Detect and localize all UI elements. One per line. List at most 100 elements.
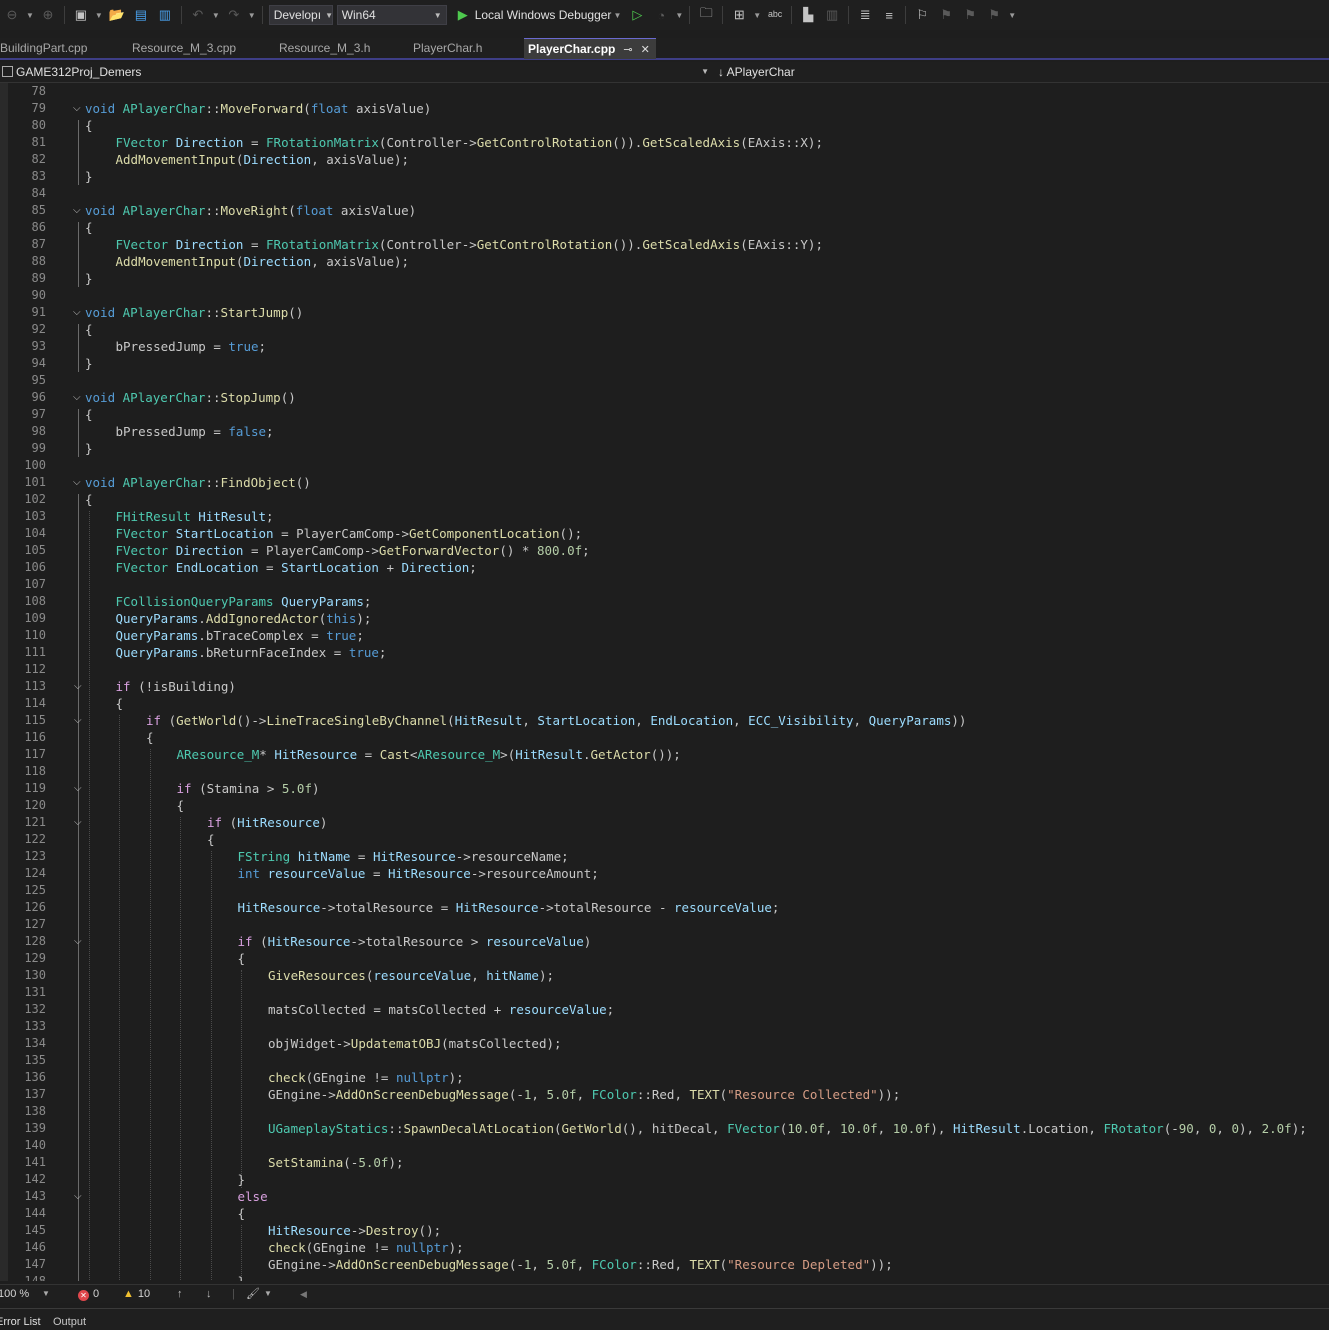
code-line[interactable]: 107	[0, 576, 1329, 593]
new-item-icon[interactable]: ▣	[72, 6, 90, 24]
code-line[interactable]: 104 FVector StartLocation = PlayerCamComp…	[0, 525, 1329, 542]
code-line[interactable]: 114 {	[0, 695, 1329, 712]
save-icon[interactable]: ▤	[132, 6, 150, 24]
code-line[interactable]: 79 ⌵ void APlayerChar::MoveForward(float a…	[0, 100, 1329, 117]
code-line[interactable]: 101 ⌵ void APlayerChar::FindObject()	[0, 474, 1329, 491]
code-line[interactable]: 129 {	[0, 950, 1329, 967]
collapse-chevron-icon[interactable]: ⌵	[73, 389, 81, 406]
hot-reload-dropdown-icon[interactable]: ▼	[675, 11, 683, 20]
redo-icon[interactable]: ↷	[225, 6, 243, 24]
code-line[interactable]: 119 ⌵ if (Stamina > 5.0f)	[0, 780, 1329, 797]
code-line[interactable]: 109 QueryParams.AddIgnoredActor(this);	[0, 610, 1329, 627]
code-line[interactable]: 136 check(GEngine != nullptr);	[0, 1069, 1329, 1086]
code-line[interactable]: 92 {	[0, 321, 1329, 338]
tab-error-list[interactable]: Error List	[0, 1315, 41, 1330]
increase-indent-icon[interactable]: ≡	[880, 6, 898, 24]
next-issue-icon[interactable]: ↓	[206, 1285, 212, 1303]
code-line[interactable]: 105 FVector Direction = PlayerCamComp->Ge…	[0, 542, 1329, 559]
code-line[interactable]: 93 bPressedJump = true;	[0, 338, 1329, 355]
comment-lines-icon[interactable]: ▙	[799, 6, 817, 24]
code-line[interactable]: 144 {	[0, 1205, 1329, 1222]
zoom-dropdown-icon[interactable]: ▼	[42, 1285, 50, 1303]
previous-issue-icon[interactable]: ↑	[177, 1285, 183, 1303]
spell-check-icon[interactable]: ᵃᵇᶜ	[766, 6, 784, 24]
collapse-chevron-icon[interactable]: ⌵	[73, 202, 81, 219]
code-line[interactable]: 145 HitResource->Destroy();	[0, 1222, 1329, 1239]
decrease-indent-icon[interactable]: ≣	[856, 6, 874, 24]
code-line[interactable]: 126 HitResource->totalResource = HitResou…	[0, 899, 1329, 916]
back-icon[interactable]: ⊖	[3, 6, 21, 24]
code-line[interactable]: 122 {	[0, 831, 1329, 848]
tab-playerchar-cpp[interactable]: PlayerChar.cpp ⊸ ✕	[524, 38, 656, 59]
code-line[interactable]: 85 ⌵ void APlayerChar::MoveRight(float axi…	[0, 202, 1329, 219]
window-layout-icon[interactable]: ⊞	[730, 6, 748, 24]
code-line[interactable]: 147 GEngine->AddOnScreenDebugMessage(-1, …	[0, 1256, 1329, 1273]
code-line[interactable]: 141 SetStamina(-5.0f);	[0, 1154, 1329, 1171]
collapse-chevron-icon[interactable]: ⌵	[74, 1188, 82, 1205]
collapse-chevron-icon[interactable]: ⌵	[74, 678, 82, 695]
window-layout-dropdown-icon[interactable]: ▼	[753, 11, 761, 20]
collapse-chevron-icon[interactable]: ⌵	[73, 100, 81, 117]
code-line[interactable]: 100	[0, 457, 1329, 474]
start-without-debugging-icon[interactable]: ▷	[628, 6, 646, 24]
start-debugger-button[interactable]: ▶ Local Windows Debugger ▼	[451, 6, 624, 24]
collapse-chevron-icon[interactable]: ⌵	[74, 814, 82, 831]
code-line[interactable]: 90	[0, 287, 1329, 304]
code-line[interactable]: 128 ⌵ if (HitResource->totalResource > res…	[0, 933, 1329, 950]
code-line[interactable]: 142}	[0, 1171, 1329, 1188]
code-line[interactable]: 118	[0, 763, 1329, 780]
code-cleanup-icon[interactable]: 🖌	[246, 1285, 260, 1303]
code-line[interactable]: 124 int resourceValue = HitResource->reso…	[0, 865, 1329, 882]
code-editor[interactable]: 78 79 ⌵ void APlayerChar::MoveForward(float…	[0, 83, 1329, 1281]
toolbar-overflow-icon[interactable]: ▼	[1008, 11, 1016, 20]
code-line[interactable]: 131	[0, 984, 1329, 1001]
code-line[interactable]: 116 {	[0, 729, 1329, 746]
code-line[interactable]: 121 ⌵ if (HitResource)	[0, 814, 1329, 831]
warning-count[interactable]: ▲ 10	[123, 1285, 150, 1303]
save-all-icon[interactable]: ▥	[156, 6, 174, 24]
code-line[interactable]: 89}	[0, 270, 1329, 287]
code-line[interactable]: 78	[0, 83, 1329, 100]
code-line[interactable]: 134 objWidget->UpdatematOBJ(matsCollected…	[0, 1035, 1329, 1052]
code-line[interactable]: 138	[0, 1103, 1329, 1120]
code-line[interactable]: 108 FCollisionQueryParams QueryParams;	[0, 593, 1329, 610]
code-line[interactable]: 97 {	[0, 406, 1329, 423]
code-line[interactable]: 95	[0, 372, 1329, 389]
code-line[interactable]: 133	[0, 1018, 1329, 1035]
clear-bookmarks-icon[interactable]: ⚑	[985, 6, 1003, 24]
code-cleanup-dropdown-icon[interactable]: ▼	[264, 1285, 272, 1303]
code-line[interactable]: 99}	[0, 440, 1329, 457]
browse-folder-icon[interactable]: 🗀	[697, 5, 715, 24]
code-line[interactable]: 123 FString hitName = HitResource->resour…	[0, 848, 1329, 865]
collapse-chevron-icon[interactable]: ⌵	[74, 780, 82, 797]
code-line[interactable]: 91 ⌵ void APlayerChar::StartJump()	[0, 304, 1329, 321]
code-line[interactable]: 98 bPressedJump = false;	[0, 423, 1329, 440]
code-line[interactable]: 130 GiveResources(resourceValue, hitName)…	[0, 967, 1329, 984]
new-item-dropdown-icon[interactable]: ▼	[95, 11, 103, 20]
tab-buildingpart-cpp[interactable]: BuildingPart.cpp	[0, 38, 126, 58]
code-line[interactable]: 125	[0, 882, 1329, 899]
code-line[interactable]: 86 {	[0, 219, 1329, 236]
code-line[interactable]: 143 ⌵ else	[0, 1188, 1329, 1205]
error-count[interactable]: ✕ 0	[78, 1285, 99, 1303]
code-line[interactable]: 102 {	[0, 491, 1329, 508]
collapse-chevron-icon[interactable]: ⌵	[73, 474, 81, 491]
code-line[interactable]: 94}	[0, 355, 1329, 372]
code-line[interactable]: 113 ⌵ if (!isBuilding)	[0, 678, 1329, 695]
tab-playerchar-h[interactable]: PlayerChar.h	[409, 38, 523, 58]
undo-icon[interactable]: ↶	[189, 6, 207, 24]
previous-bookmark-icon[interactable]: ⚑	[937, 6, 955, 24]
forward-icon[interactable]: ⊕	[39, 6, 57, 24]
close-icon[interactable]: ✕	[641, 40, 650, 60]
code-line[interactable]: 135	[0, 1052, 1329, 1069]
code-line[interactable]: 84	[0, 185, 1329, 202]
code-line[interactable]: 80 {	[0, 117, 1329, 134]
code-line[interactable]: 96 ⌵ void APlayerChar::StopJump()	[0, 389, 1329, 406]
code-line[interactable]: 87 FVector Direction = FRotationMatrix(Co…	[0, 236, 1329, 253]
code-line[interactable]: 82 AddMovementInput(Direction, axisValue)…	[0, 151, 1329, 168]
code-line[interactable]: 88 AddMovementInput(Direction, axisValue)…	[0, 253, 1329, 270]
next-bookmark-icon[interactable]: ⚑	[961, 6, 979, 24]
code-line[interactable]: 111 QueryParams.bReturnFaceIndex = true;	[0, 644, 1329, 661]
platform-dropdown[interactable]: Win64 ▼	[336, 5, 447, 25]
code-line[interactable]: 103 FHitResult HitResult;	[0, 508, 1329, 525]
